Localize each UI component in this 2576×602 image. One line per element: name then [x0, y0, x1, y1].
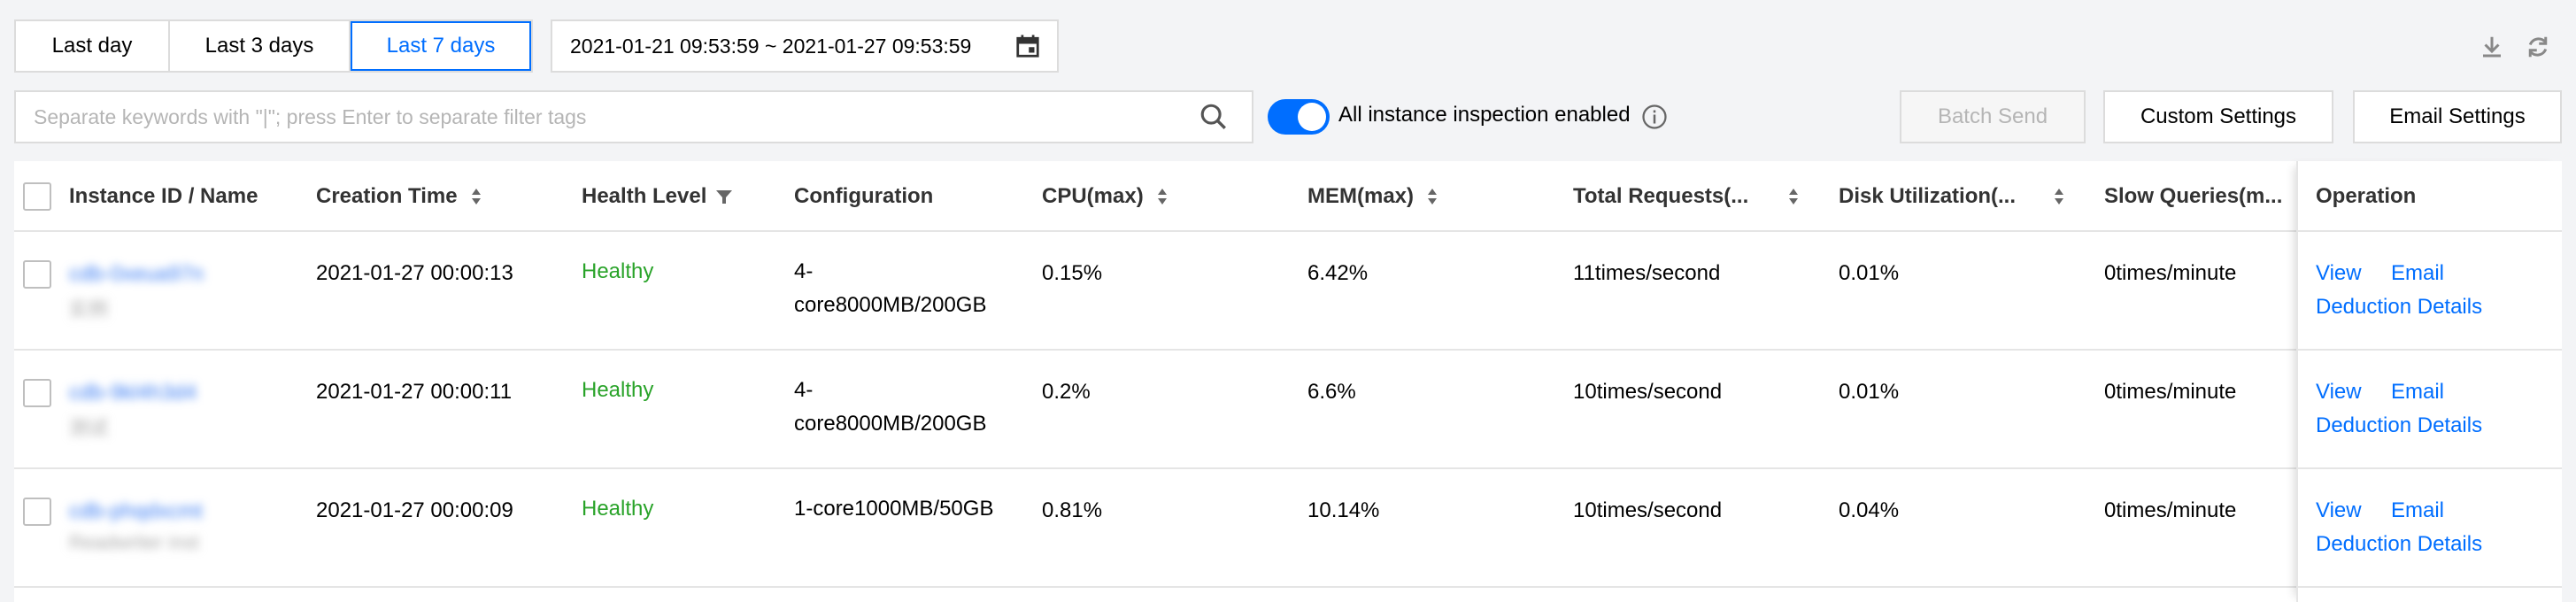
header-disk-utilization[interactable]: Disk Utilization(...	[1839, 161, 2078, 232]
instance-table: Instance ID / Name Creation Time Health …	[14, 161, 2562, 602]
instance-id-link[interactable]: cdb-0xeua97n	[69, 262, 204, 287]
sort-icon[interactable]	[1156, 187, 1168, 206]
instance-id-link[interactable]: cdb-9kl4h3d4	[69, 381, 197, 405]
table-row: cdb-0xeua97n 实例 2021-01-27 00:00:13 Heal…	[14, 232, 2562, 351]
cpu-cell: 0.15%	[1042, 261, 1103, 285]
creation-time-cell: 2021-01-27 00:00:13	[316, 261, 513, 285]
sort-icon[interactable]	[470, 187, 482, 206]
cpu-cell: 0.81%	[1042, 498, 1103, 522]
select-all-checkbox[interactable]	[23, 182, 51, 211]
cpu-cell: 0.2%	[1042, 380, 1091, 404]
slow-queries-cell: 0times/minute	[2104, 261, 2237, 285]
creation-time-cell: 2021-01-27 00:00:11	[316, 380, 513, 404]
search-box	[14, 90, 1253, 143]
row-checkbox[interactable]	[23, 498, 51, 526]
toggle-label: All instance inspection enabled	[1338, 103, 1631, 127]
configuration-cell-line2: core8000MB/200GB	[794, 293, 987, 317]
total-requests-cell: 10times/second	[1573, 380, 1723, 404]
instance-id-link[interactable]: cdb-phqdxcmt	[69, 499, 203, 524]
disk-utilization-cell: 0.04%	[1839, 498, 1900, 522]
header-creation-time[interactable]: Creation Time	[316, 161, 482, 232]
inspection-toggle[interactable]	[1268, 99, 1330, 135]
download-icon[interactable]	[2479, 34, 2505, 60]
instance-name: Readwriter inst	[69, 531, 199, 553]
sort-icon[interactable]	[1426, 187, 1438, 206]
creation-time-cell: 2021-01-27 00:00:09	[316, 498, 513, 522]
table-header: Instance ID / Name Creation Time Health …	[14, 161, 2562, 232]
custom-settings-button[interactable]: Custom Settings	[2103, 90, 2333, 143]
date-range-text: 2021-01-21 09:53:59 ~ 2021-01-27 09:53:5…	[570, 34, 972, 58]
configuration-cell-line1: 4-	[794, 378, 814, 402]
health-level-cell: Healthy	[582, 378, 654, 402]
slow-queries-cell: 0times/minute	[2104, 498, 2237, 522]
disk-utilization-cell: 0.01%	[1839, 380, 1900, 404]
header-cpu-label: CPU(max)	[1042, 184, 1144, 208]
table-row: cdb-9kl4h3d4 测试 2021-01-27 00:00:11 Heal…	[14, 351, 2562, 469]
slow-queries-cell: 0times/minute	[2104, 380, 2237, 404]
header-creation-time-label: Creation Time	[316, 184, 458, 208]
mem-cell: 6.6%	[1307, 380, 1356, 404]
last-day-button[interactable]: Last day	[16, 21, 170, 71]
filter-icon[interactable]	[715, 189, 733, 205]
configuration-cell-line1: 1-core1000MB/50GB	[794, 497, 994, 521]
email-settings-button[interactable]: Email Settings	[2353, 90, 2562, 143]
health-level-cell: Healthy	[582, 259, 654, 283]
operation-column: Operation	[2296, 161, 2562, 602]
instance-name: 测试	[69, 417, 109, 439]
health-level-cell: Healthy	[582, 497, 654, 521]
header-slow-queries: Slow Queries(m...	[2104, 184, 2283, 208]
header-operation: Operation	[2316, 184, 2417, 208]
header-health-level-label: Health Level	[582, 184, 707, 208]
total-requests-cell: 10times/second	[1573, 498, 1723, 522]
last-3-days-button[interactable]: Last 3 days	[170, 21, 351, 71]
header-disk-utilization-label: Disk Utilization(...	[1839, 184, 2017, 208]
table-row: cdb-phqdxcmt Readwriter inst 2021-01-27 …	[14, 469, 2562, 588]
configuration-cell-line2: core8000MB/200GB	[794, 412, 987, 436]
date-range-picker[interactable]: 2021-01-21 09:53:59 ~ 2021-01-27 09:53:5…	[551, 19, 1059, 73]
sort-icon[interactable]	[2053, 187, 2065, 206]
header-health-level[interactable]: Health Level	[582, 161, 733, 232]
row-checkbox[interactable]	[23, 379, 51, 407]
info-icon[interactable]	[1641, 104, 1668, 130]
total-requests-cell: 11times/second	[1573, 261, 1721, 285]
time-range-selector: Last day Last 3 days Last 7 days	[14, 19, 533, 73]
header-total-requests-label: Total Requests(...	[1573, 184, 1749, 208]
header-configuration: Configuration	[794, 184, 934, 208]
header-mem[interactable]: MEM(max)	[1307, 161, 1438, 232]
calendar-icon	[1016, 35, 1039, 58]
row-checkbox[interactable]	[23, 260, 51, 289]
sort-icon[interactable]	[1787, 187, 1800, 206]
search-icon[interactable]	[1199, 102, 1229, 132]
last-7-days-button[interactable]: Last 7 days	[351, 21, 531, 71]
header-instance: Instance ID / Name	[69, 184, 258, 208]
mem-cell: 10.14%	[1307, 498, 1380, 522]
toggle-knob	[1298, 103, 1326, 131]
mem-cell: 6.42%	[1307, 261, 1369, 285]
header-mem-label: MEM(max)	[1307, 184, 1415, 208]
configuration-cell-line1: 4-	[794, 259, 814, 283]
refresh-icon[interactable]	[2525, 34, 2551, 60]
header-cpu[interactable]: CPU(max)	[1042, 161, 1168, 232]
disk-utilization-cell: 0.01%	[1839, 261, 1900, 285]
header-total-requests[interactable]: Total Requests(...	[1573, 161, 1812, 232]
instance-name: 实例	[69, 298, 109, 320]
search-input[interactable]	[34, 104, 1199, 129]
batch-send-button[interactable]: Batch Send	[1900, 90, 2086, 143]
